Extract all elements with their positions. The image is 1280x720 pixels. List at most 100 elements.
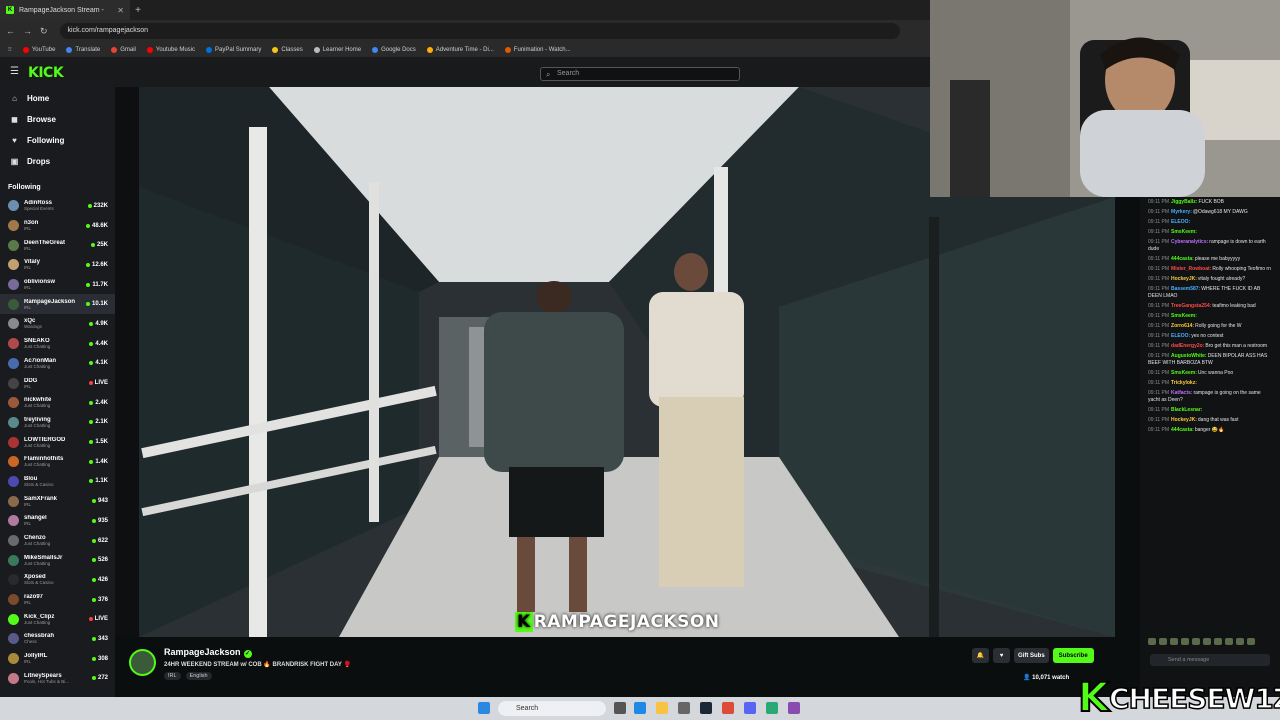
chat-username[interactable]: Mister_Rowboat:: [1171, 266, 1211, 272]
chat-username[interactable]: 444casta:: [1171, 427, 1194, 433]
following-channel-item[interactable]: Chenzo Just Chatting 622: [0, 531, 115, 551]
following-channel-item[interactable]: SamXFrank IRL 943: [0, 491, 115, 511]
following-channel-item[interactable]: razo97 IRL 376: [0, 590, 115, 610]
chat-username[interactable]: SmsKeem:: [1171, 229, 1197, 235]
discord-icon[interactable]: [744, 702, 756, 714]
chat-username[interactable]: SmsKeem:: [1171, 313, 1197, 319]
notification-bell-icon[interactable]: 🔔: [972, 648, 989, 663]
file-explorer-icon[interactable]: [656, 702, 668, 714]
sidebar-nav-following[interactable]: ♥ Following: [0, 130, 115, 151]
emote-icon[interactable]: [1225, 638, 1233, 645]
windows-start-icon[interactable]: [478, 702, 490, 714]
following-channel-item[interactable]: LOWTIERGOD Just Chatting 1.5K: [0, 432, 115, 452]
bookmark-item[interactable]: Gmail: [111, 46, 136, 53]
following-channel-item[interactable]: SNEAKO Just Chatting 4.4K: [0, 334, 115, 354]
chat-username[interactable]: HockeyJK:: [1171, 276, 1197, 282]
following-channel-item[interactable]: JollyIRL IRL 308: [0, 649, 115, 669]
following-channel-item[interactable]: chessbrah Chess 343: [0, 629, 115, 649]
emote-icon[interactable]: [1247, 638, 1255, 645]
bookmark-item[interactable]: PayPal Summary: [206, 46, 261, 53]
chat-username[interactable]: dadEnergy2o:: [1171, 343, 1204, 349]
following-channel-item[interactable]: Vitaly IRL 12.6K: [0, 255, 115, 275]
bookmark-item[interactable]: Classes: [272, 46, 303, 53]
app-icon[interactable]: [678, 702, 690, 714]
bookmark-item[interactable]: Funimation - Watch...: [504, 46, 571, 53]
emote-icon[interactable]: [1170, 638, 1178, 645]
emote-icon[interactable]: [1148, 638, 1156, 645]
chat-username[interactable]: 444casta:: [1171, 256, 1194, 262]
app-icon[interactable]: [788, 702, 800, 714]
following-channel-item[interactable]: oblivionsw IRL 11.7K: [0, 275, 115, 295]
emote-icon[interactable]: [1192, 638, 1200, 645]
sidebar-nav-drops[interactable]: ▣ Drops: [0, 151, 115, 172]
bookmark-item[interactable]: YouTube: [22, 46, 55, 53]
app-icon[interactable]: [766, 702, 778, 714]
subscribe-button[interactable]: Subscribe: [1052, 648, 1094, 663]
chat-username[interactable]: ELEOO:: [1171, 219, 1190, 225]
following-channel-item[interactable]: DeenTheGreat IRL 25K: [0, 235, 115, 255]
forward-icon[interactable]: →: [23, 26, 32, 36]
chat-username[interactable]: Katfacts:: [1171, 390, 1192, 396]
chat-username[interactable]: JiggyBallz:: [1171, 199, 1197, 205]
search-input[interactable]: ⌕ Search: [540, 67, 740, 81]
bookmark-item[interactable]: Translate: [66, 46, 100, 53]
following-channel-item[interactable]: treyliving Just Chatting 2.1K: [0, 413, 115, 433]
chat-username[interactable]: Myrkery:: [1171, 209, 1192, 215]
emote-icon[interactable]: [1181, 638, 1189, 645]
chat-username[interactable]: ELEOO:: [1171, 333, 1190, 339]
following-channel-item[interactable]: shangel IRL 935: [0, 511, 115, 531]
following-channel-item[interactable]: AdinRoss Special Events 232K: [0, 196, 115, 216]
following-channel-item[interactable]: RampageJackson IRL 10.1K: [0, 294, 115, 315]
bookmark-item[interactable]: Google Docs: [372, 46, 416, 53]
kick-logo[interactable]: KICK: [28, 65, 64, 81]
emote-icon[interactable]: [1159, 638, 1167, 645]
chat-input[interactable]: Send a message: [1150, 654, 1270, 666]
chat-username[interactable]: Zorro614:: [1171, 323, 1194, 329]
chrome-icon[interactable]: [722, 702, 734, 714]
bookmark-item[interactable]: Youtube Music: [146, 46, 195, 53]
steam-icon[interactable]: [700, 702, 712, 714]
emote-icon[interactable]: [1236, 638, 1244, 645]
follow-heart-icon[interactable]: ♥: [993, 648, 1010, 663]
bookmark-item[interactable]: Adventure Time - Di...: [426, 46, 494, 53]
chat-username[interactable]: AugustoWhite:: [1171, 353, 1207, 359]
following-channel-item[interactable]: DDG IRL LIVE: [0, 373, 115, 393]
emote-icon[interactable]: [1203, 638, 1211, 645]
streamer-avatar[interactable]: [129, 649, 156, 676]
emote-icon[interactable]: [1214, 638, 1222, 645]
url-field[interactable]: kick.com/rampagejackson: [59, 23, 900, 39]
new-tab-icon[interactable]: +: [130, 5, 146, 16]
sidebar-nav-browse[interactable]: ◼ Browse: [0, 109, 115, 130]
following-channel-item[interactable]: nickwhite Just Chatting 2.4K: [0, 393, 115, 413]
reload-icon[interactable]: ↻: [40, 26, 48, 37]
following-channel-item[interactable]: Flaminhothits Just Chatting 1.4K: [0, 452, 115, 472]
edge-icon[interactable]: [634, 702, 646, 714]
chat-username[interactable]: HockeyJK:: [1171, 417, 1197, 423]
back-icon[interactable]: ←: [6, 26, 15, 36]
apps-grid-icon[interactable]: ⁝⁝: [8, 46, 12, 53]
chat-username[interactable]: SmsKeem:: [1171, 370, 1197, 376]
streamer-name[interactable]: RampageJackson: [164, 647, 241, 657]
following-channel-item[interactable]: Blou Slots & Casino 1.1K: [0, 472, 115, 492]
browser-tab[interactable]: K RampageJackson Stream - ✕: [0, 0, 130, 20]
stream-tag[interactable]: IRL: [164, 672, 181, 680]
sidebar-nav-home[interactable]: ⌂ Home: [0, 88, 115, 109]
following-channel-item[interactable]: Xposed Slots & Casino 426: [0, 570, 115, 590]
taskbar-search[interactable]: Search: [498, 701, 606, 716]
close-tab-icon[interactable]: ✕: [117, 6, 124, 15]
chat-username[interactable]: Cyberanalytics:: [1171, 239, 1208, 245]
chat-username[interactable]: Bassem587:: [1171, 286, 1200, 292]
chat-username[interactable]: TreeGangsta254:: [1171, 303, 1211, 309]
stream-tag[interactable]: English: [185, 672, 212, 680]
gift-subs-button[interactable]: Gift Subs: [1014, 648, 1049, 663]
chat-username[interactable]: BlackLesnar:: [1171, 407, 1202, 413]
following-channel-item[interactable]: Kick_Clipz Just Chatting LIVE: [0, 609, 115, 629]
menu-icon[interactable]: ☰: [10, 66, 19, 77]
following-channel-item[interactable]: MikeSmallsJr Just Chatting 526: [0, 550, 115, 570]
following-channel-item[interactable]: n3on IRL 48.6K: [0, 216, 115, 236]
following-channel-item[interactable]: Ac7ionMan Just Chatting 4.1K: [0, 354, 115, 374]
task-view-icon[interactable]: [614, 702, 626, 714]
bookmark-item[interactable]: Learner Home: [313, 46, 361, 53]
following-channel-item[interactable]: LitneySpears Pools, Hot Tubs & Bi... 272: [0, 669, 115, 689]
following-channel-item[interactable]: xQc Wardogs 4.9K: [0, 314, 115, 334]
